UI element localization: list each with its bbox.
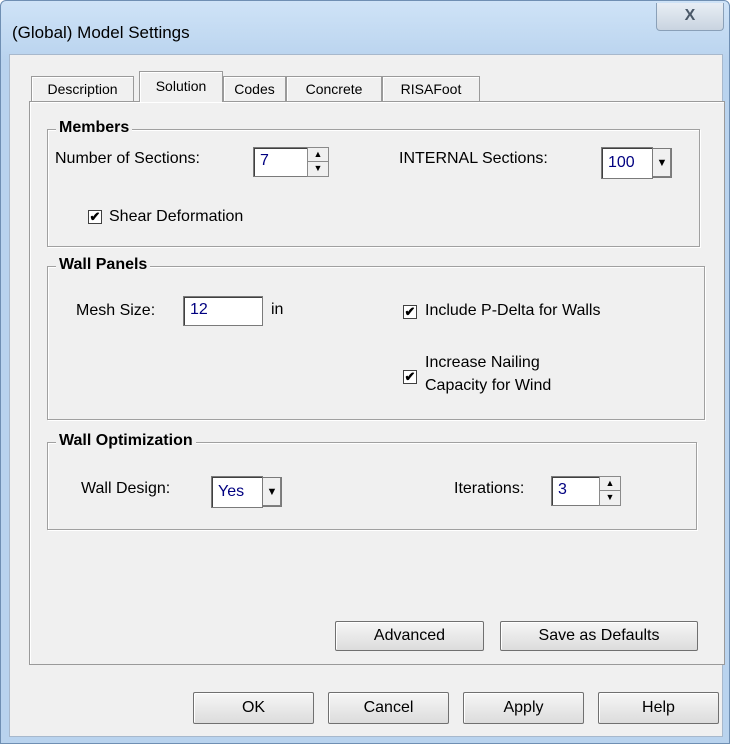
iterations-label: Iterations: <box>454 480 525 497</box>
wall-design-select[interactable]: Yes <box>211 476 263 508</box>
window-title: (Global) Model Settings <box>12 23 190 42</box>
tab-codes[interactable]: Codes <box>223 76 286 102</box>
tab-concrete-label: Concrete <box>305 81 363 97</box>
tab-description-label: Description <box>47 81 118 97</box>
nailing-label-line2: Capacity for Wind <box>425 377 552 394</box>
mesh-size-input[interactable]: 12 <box>183 296 263 326</box>
close-button[interactable]: X <box>656 3 724 31</box>
title-bar[interactable]: (Global) Model Settings X <box>1 1 729 53</box>
wall-design-label: Wall Design: <box>81 480 171 497</box>
tab-panel-solution: Members Number of Sections: 7 ▲ ▼ INTERN… <box>29 101 725 665</box>
sections-label: Number of Sections: <box>55 150 200 167</box>
wall-design-value: Yes <box>218 483 245 500</box>
spin-up-icon[interactable]: ▲ <box>600 477 620 491</box>
tab-risafoot[interactable]: RISAFoot <box>382 76 480 102</box>
pdelta-checkbox[interactable]: ✔ <box>403 305 417 319</box>
shear-deformation-checkbox[interactable]: ✔ <box>88 210 102 224</box>
wall-panels-group: Wall Panels <box>47 256 705 420</box>
pdelta-label: Include P-Delta for Walls <box>425 302 601 319</box>
save-defaults-button[interactable]: Save as Defaults <box>500 621 698 651</box>
mesh-size-unit: in <box>271 301 284 318</box>
chevron-down-icon[interactable]: ▼ <box>652 148 672 178</box>
sections-input[interactable]: 7 <box>253 147 309 177</box>
tab-solution[interactable]: Solution <box>139 71 223 102</box>
tab-solution-label: Solution <box>155 78 207 94</box>
spin-down-icon[interactable]: ▼ <box>600 491 620 505</box>
advanced-button[interactable]: Advanced <box>335 621 484 651</box>
tab-description[interactable]: Description <box>31 76 134 102</box>
shear-deformation-label: Shear Deformation <box>109 208 244 225</box>
internal-sections-select[interactable]: 100 <box>601 147 653 179</box>
members-group-title: Members <box>56 119 133 137</box>
spin-up-icon[interactable]: ▲ <box>308 148 328 162</box>
sections-spinner[interactable]: ▲ ▼ <box>307 147 329 177</box>
nailing-label-line1: Increase Nailing <box>425 354 540 371</box>
internal-sections-value: 100 <box>608 154 635 171</box>
cancel-button[interactable]: Cancel <box>328 692 449 724</box>
sections-value: 7 <box>260 152 269 169</box>
nailing-checkbox[interactable]: ✔ <box>403 370 417 384</box>
chevron-down-icon[interactable]: ▼ <box>262 477 282 507</box>
close-icon: X <box>684 7 696 24</box>
tab-codes-label: Codes <box>234 81 275 97</box>
apply-button[interactable]: Apply <box>463 692 584 724</box>
wall-panels-group-title: Wall Panels <box>56 256 151 274</box>
mesh-size-label: Mesh Size: <box>76 302 156 319</box>
mesh-size-value: 12 <box>190 301 208 318</box>
wall-optimization-group-title: Wall Optimization <box>56 432 196 450</box>
iterations-value: 3 <box>558 481 567 498</box>
ok-button[interactable]: OK <box>193 692 314 724</box>
tab-risafoot-label: RISAFoot <box>400 81 462 97</box>
iterations-input[interactable]: 3 <box>551 476 601 506</box>
tab-concrete[interactable]: Concrete <box>286 76 382 102</box>
internal-sections-label: INTERNAL Sections: <box>399 150 548 167</box>
spin-down-icon[interactable]: ▼ <box>308 162 328 176</box>
iterations-spinner[interactable]: ▲ ▼ <box>599 476 621 506</box>
help-button[interactable]: Help <box>598 692 719 724</box>
